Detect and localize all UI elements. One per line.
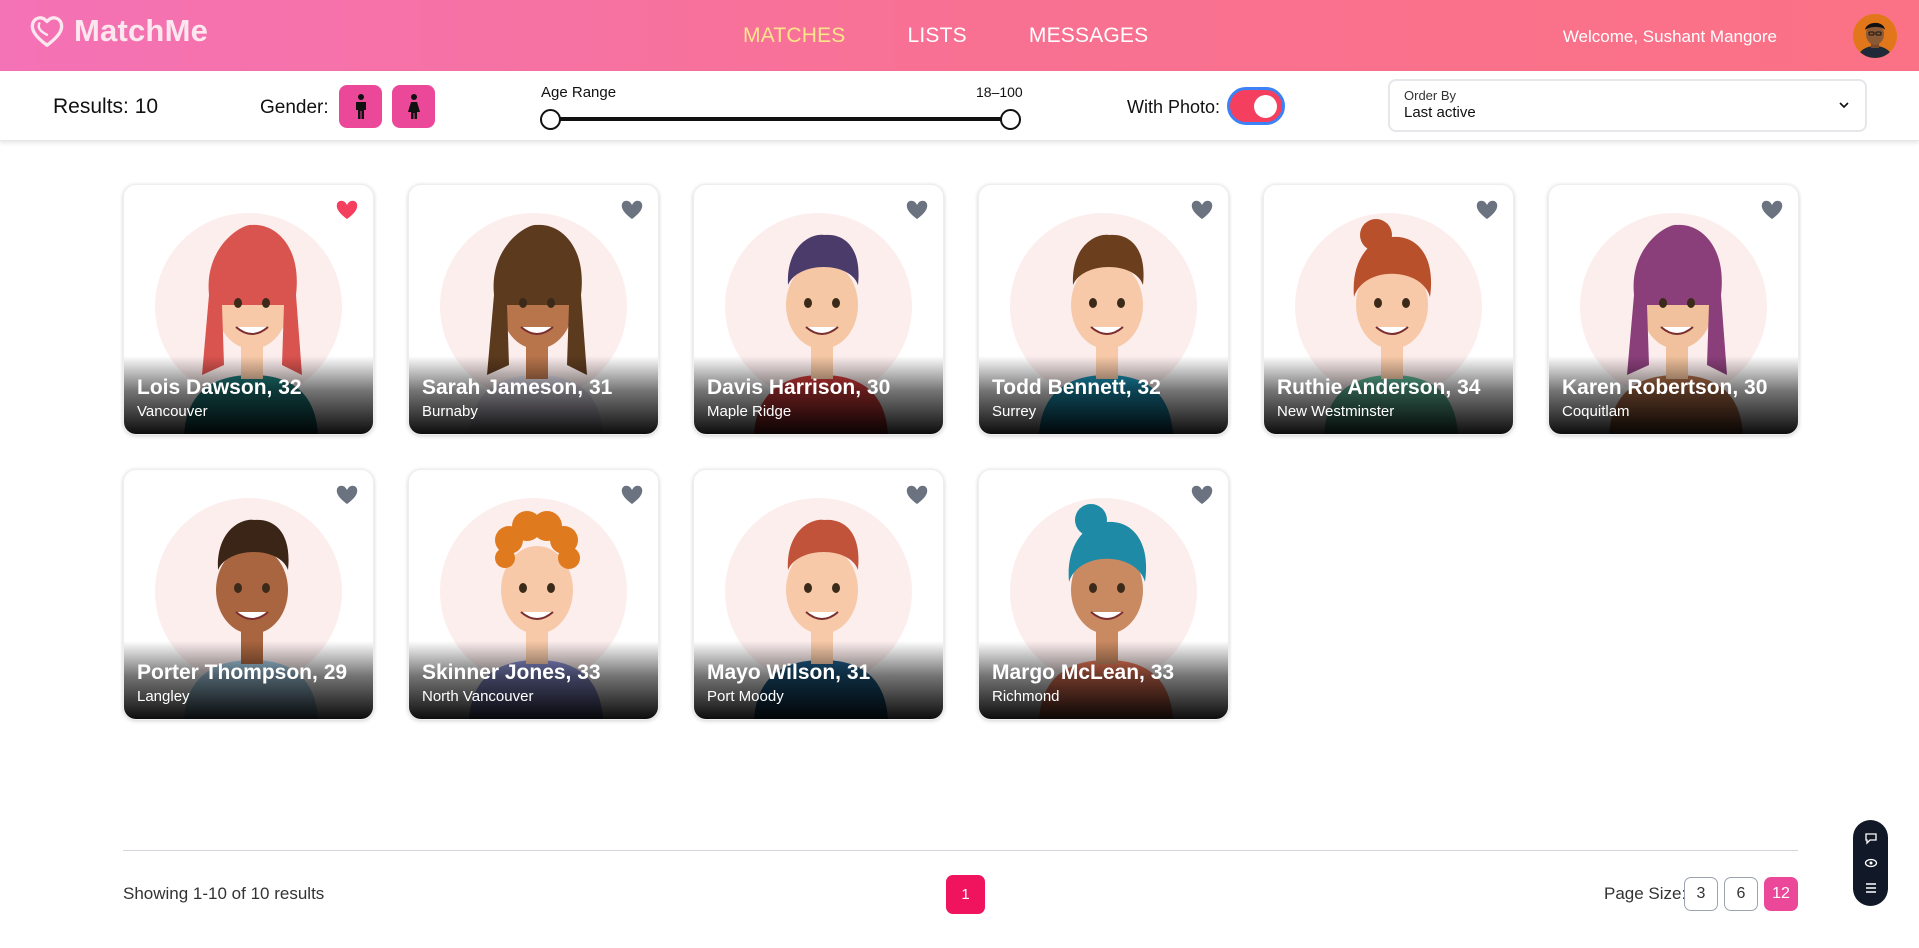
member-city: Richmond (992, 688, 1060, 705)
member-name: Ruthie Anderson, 34 (1277, 376, 1481, 399)
heart-icon[interactable] (620, 484, 644, 506)
member-city: North Vancouver (422, 688, 534, 705)
member-name: Lois Dawson, 32 (137, 376, 302, 399)
member-name: Karen Robertson, 30 (1562, 376, 1768, 399)
gender-label: Gender: (260, 97, 329, 118)
page-size-12-button[interactable]: 12 (1764, 877, 1798, 911)
page-button-1[interactable]: 1 (946, 875, 985, 914)
main-nav: MATCHES LISTS MESSAGES (743, 24, 1210, 48)
member-name: Margo McLean, 33 (992, 661, 1175, 684)
welcome-text: Welcome, Sushant Mangore (1562, 27, 1777, 46)
member-card[interactable]: Margo McLean, 33 Richmond (978, 469, 1229, 720)
user-avatar[interactable] (1853, 14, 1897, 58)
heart-icon[interactable] (620, 199, 644, 221)
heart-icon[interactable] (1475, 199, 1499, 221)
member-card[interactable]: Lois Dawson, 32 Vancouver (123, 184, 374, 435)
order-by-select[interactable]: Order By Last active (1388, 79, 1867, 132)
heart-icon[interactable] (1190, 484, 1214, 506)
member-name: Davis Harrison, 30 (707, 376, 891, 399)
member-city: Port Moody (707, 688, 784, 705)
female-icon (407, 93, 420, 119)
eye-icon[interactable] (1864, 856, 1878, 870)
age-min-handle[interactable] (540, 109, 561, 130)
age-max-handle[interactable] (1000, 109, 1021, 130)
heart-filled-icon[interactable] (335, 199, 359, 221)
member-name: Todd Bennett, 32 (992, 376, 1161, 399)
member-card[interactable]: Ruthie Anderson, 34 New Westminster (1263, 184, 1514, 435)
member-city: Maple Ridge (707, 403, 792, 420)
member-city: Surrey (992, 403, 1037, 420)
page-size-3-button[interactable]: 3 (1684, 877, 1718, 911)
gender-male-button[interactable] (339, 85, 382, 128)
heart-logo-icon (30, 16, 64, 47)
brand-name: MatchMe (74, 13, 209, 48)
member-card[interactable]: Karen Robertson, 30 Coquitlam (1548, 184, 1799, 435)
brand-logo-link[interactable]: MatchMe (28, 12, 208, 50)
results-count: Results: 10 (53, 95, 159, 118)
member-city: New Westminster (1277, 403, 1395, 420)
heart-icon[interactable] (1760, 199, 1784, 221)
member-card[interactable]: Mayo Wilson, 31 Port Moody (693, 469, 944, 720)
results-summary: Showing 1-10 of 10 results (123, 884, 325, 903)
with-photo-label: With Photo: (1127, 97, 1221, 117)
age-range-value: 18–100 (976, 84, 1023, 100)
age-range-slider[interactable] (551, 117, 1011, 121)
member-card[interactable]: Porter Thompson, 29 Langley (123, 469, 374, 720)
menu-icon[interactable] (1864, 881, 1878, 895)
member-city: Vancouver (137, 403, 208, 420)
member-name: Porter Thompson, 29 (137, 661, 348, 684)
top-navbar: MatchMe MATCHES LISTS MESSAGES Welcome, … (0, 0, 1919, 71)
gender-female-button[interactable] (392, 85, 435, 128)
member-city: Langley (137, 688, 190, 705)
member-card[interactable]: Skinner Jones, 33 North Vancouver (408, 469, 659, 720)
nav-lists[interactable]: LISTS (908, 24, 967, 48)
member-city: Coquitlam (1562, 403, 1630, 420)
member-name: Mayo Wilson, 31 (707, 661, 871, 684)
heart-icon[interactable] (905, 484, 929, 506)
member-card[interactable]: Todd Bennett, 32 Surrey (978, 184, 1229, 435)
member-card[interactable]: Sarah Jameson, 31 Burnaby (408, 184, 659, 435)
filter-bar: Results: 10 Gender: Age Range 18–100 Wit… (0, 71, 1919, 141)
male-icon (355, 93, 366, 119)
member-city: Burnaby (422, 403, 478, 420)
user-avatar-image (1853, 14, 1897, 58)
nav-matches[interactable]: MATCHES (743, 24, 846, 48)
order-by-value: Last active (1404, 104, 1476, 121)
member-name: Skinner Jones, 33 (422, 661, 601, 684)
heart-icon[interactable] (905, 199, 929, 221)
nav-messages[interactable]: MESSAGES (1029, 24, 1148, 48)
age-range-label: Age Range (541, 84, 617, 101)
toggle-knob (1254, 95, 1277, 118)
heart-icon[interactable] (335, 484, 359, 506)
member-name: Sarah Jameson, 31 (422, 376, 613, 399)
floating-toolbar (1853, 820, 1888, 906)
chat-icon[interactable] (1864, 831, 1878, 845)
page-size-label: Page Size: (1604, 884, 1687, 903)
order-by-label: Order By (1404, 88, 1457, 103)
member-card[interactable]: Davis Harrison, 30 Maple Ridge (693, 184, 944, 435)
heart-icon[interactable] (1190, 199, 1214, 221)
page-size-6-button[interactable]: 6 (1724, 877, 1758, 911)
with-photo-toggle[interactable] (1227, 87, 1285, 125)
chevron-down-icon (1839, 102, 1849, 109)
footer-divider (123, 850, 1798, 851)
